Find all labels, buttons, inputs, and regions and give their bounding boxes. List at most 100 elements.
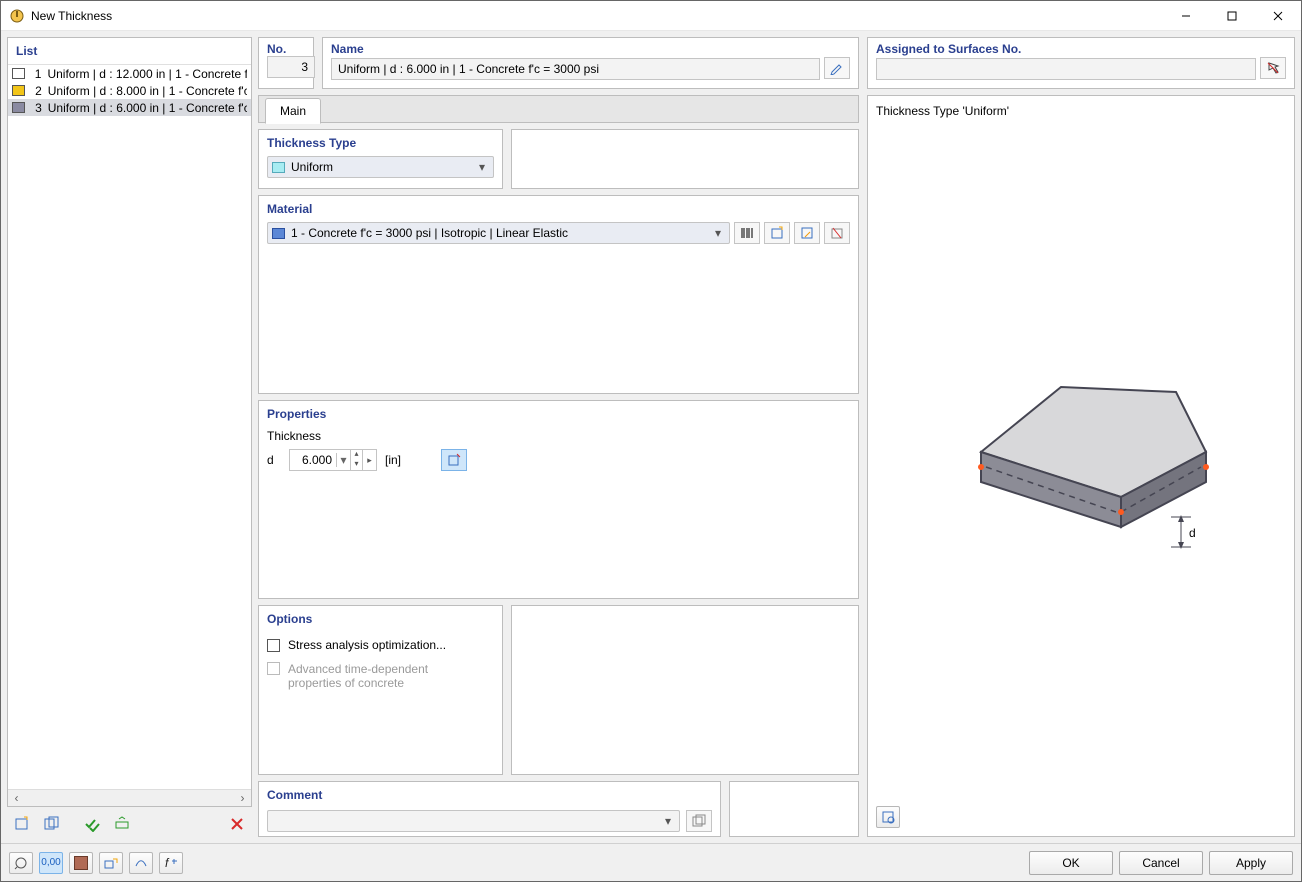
name-label: Name	[331, 42, 850, 56]
d-label: d	[267, 453, 281, 467]
list-panel: List 1 Uniform | d : 12.000 in | 1 - Con…	[7, 37, 252, 807]
minimize-button[interactable]	[1163, 1, 1209, 31]
svg-text:f: f	[165, 856, 170, 870]
comment-library-button[interactable]	[686, 810, 712, 832]
window-title: New Thickness	[31, 9, 112, 23]
spinner-buttons[interactable]: ▴▾	[350, 450, 362, 470]
chevron-down-icon: ▾	[711, 226, 725, 240]
close-button[interactable]	[1255, 1, 1301, 31]
scroll-right-icon[interactable]: ›	[234, 790, 251, 807]
copy-item-button[interactable]	[39, 813, 65, 835]
dialog-window: New Thickness List 1 Uniform | d : 12.00…	[0, 0, 1302, 882]
material-combo[interactable]: 1 - Concrete f'c = 3000 psi | Isotropic …	[267, 222, 730, 244]
properties-title: Properties	[267, 407, 850, 427]
assigned-input[interactable]	[876, 58, 1256, 80]
extra-button-1[interactable]	[129, 852, 153, 874]
swatch-icon	[272, 228, 285, 239]
list-item-number: 3	[31, 101, 42, 115]
material-panel: Material 1 - Concrete f'c = 3000 psi | I…	[258, 195, 859, 394]
tab-main[interactable]: Main	[265, 98, 321, 124]
maximize-button[interactable]	[1209, 1, 1255, 31]
thickness-preview-icon: d	[931, 332, 1231, 592]
swatch-icon	[12, 68, 25, 79]
option-stress-analysis[interactable]: Stress analysis optimization...	[267, 638, 494, 652]
thickness-label: Thickness	[267, 429, 850, 443]
chevron-down-icon: ▾	[661, 814, 675, 828]
ok-button[interactable]: OK	[1029, 851, 1113, 875]
no-label: No.	[267, 42, 305, 56]
option-label: Advanced time-dependent properties of co…	[288, 662, 468, 690]
properties-panel: Properties Thickness d ▾ ▴▾ ▸ [in]	[258, 400, 859, 599]
pick-surfaces-button[interactable]	[1260, 57, 1286, 79]
thickness-type-combo[interactable]: Uniform ▾	[267, 156, 494, 178]
units-button[interactable]: 0,00	[39, 852, 63, 874]
main-area: No. Name Assigned to Surfaces No.	[258, 37, 1295, 837]
horizontal-scrollbar[interactable]: ‹ ›	[8, 789, 251, 806]
dialog-footer: 0,00 f OK Cancel Apply	[1, 843, 1301, 881]
edit-material-button[interactable]	[794, 222, 820, 244]
list-item[interactable]: 1 Uniform | d : 12.000 in | 1 - Concrete…	[8, 65, 251, 82]
center-column: Main Thickness Type Uniform ▾	[258, 95, 859, 837]
options-panel: Options Stress analysis optimization... …	[258, 605, 503, 775]
material-library-button[interactable]	[734, 222, 760, 244]
list-item-number: 1	[31, 67, 41, 81]
cancel-button[interactable]: Cancel	[1119, 851, 1203, 875]
list-item-number: 2	[31, 84, 42, 98]
dialog-body: List 1 Uniform | d : 12.000 in | 1 - Con…	[1, 31, 1301, 843]
thickness-type-title: Thickness Type	[267, 136, 494, 156]
empty-panel	[511, 129, 859, 189]
preview-title: Thickness Type 'Uniform'	[876, 104, 1286, 118]
new-item-button[interactable]	[9, 813, 35, 835]
scroll-left-icon[interactable]: ‹	[8, 790, 25, 807]
name-field: Name	[322, 37, 859, 89]
help-button[interactable]	[9, 852, 33, 874]
swatch-icon	[12, 85, 25, 96]
preview-canvas: d	[876, 118, 1286, 806]
no-field: No.	[258, 37, 314, 89]
apply-button[interactable]: Apply	[1209, 851, 1293, 875]
preview-panel: Thickness Type 'Uniform'	[867, 95, 1295, 837]
extra-button-2[interactable]: f	[159, 852, 183, 874]
list-item-label: Uniform | d : 8.000 in | 1 - Concrete f'…	[48, 84, 247, 98]
step-button[interactable]: ▸	[362, 450, 376, 470]
delete-material-button[interactable]	[824, 222, 850, 244]
material-value: 1 - Concrete f'c = 3000 psi | Isotropic …	[291, 226, 705, 240]
no-input[interactable]	[267, 56, 315, 78]
empty-panel	[511, 605, 859, 775]
list-item-label: Uniform | d : 12.000 in | 1 - Concrete f…	[47, 67, 247, 81]
swatch-icon	[272, 162, 285, 173]
assigned-label: Assigned to Surfaces No.	[876, 42, 1286, 56]
assign-button[interactable]	[99, 852, 123, 874]
thickness-d-input[interactable]: ▾ ▴▾ ▸	[289, 449, 377, 471]
delete-button[interactable]	[224, 813, 250, 835]
comment-title: Comment	[267, 788, 712, 808]
list-item[interactable]: 2 Uniform | d : 8.000 in | 1 - Concrete …	[8, 82, 251, 99]
swatch-icon	[12, 102, 25, 113]
tab-strip: Main	[258, 95, 859, 123]
color-button[interactable]	[69, 852, 93, 874]
list-item[interactable]: 3 Uniform | d : 6.000 in | 1 - Concrete …	[8, 99, 251, 116]
reorder-button[interactable]	[109, 813, 135, 835]
preview-settings-button[interactable]	[876, 806, 900, 828]
check-all-button[interactable]	[79, 813, 105, 835]
edit-name-button[interactable]	[824, 57, 850, 79]
material-title: Material	[267, 202, 850, 222]
app-icon	[9, 8, 25, 24]
name-input[interactable]	[331, 58, 820, 80]
option-time-dependent: Advanced time-dependent properties of co…	[267, 662, 494, 690]
list-item-label: Uniform | d : 6.000 in | 1 - Concrete f'…	[48, 101, 247, 115]
thickness-type-panel: Thickness Type Uniform ▾	[258, 129, 503, 189]
thickness-type-value: Uniform	[291, 160, 469, 174]
chevron-down-icon[interactable]: ▾	[336, 453, 350, 467]
comment-combo[interactable]: ▾	[267, 810, 680, 832]
tabs-area: Main Thickness Type Uniform ▾	[258, 95, 1295, 837]
d-value[interactable]	[290, 450, 336, 470]
pick-thickness-button[interactable]	[441, 449, 467, 471]
unit-label: [in]	[385, 453, 401, 467]
checkbox-icon	[267, 662, 280, 675]
comment-panel: Comment ▾	[258, 781, 721, 837]
list-header: List	[8, 38, 251, 65]
sidebar: List 1 Uniform | d : 12.000 in | 1 - Con…	[7, 37, 252, 837]
new-material-button[interactable]	[764, 222, 790, 244]
assigned-field: Assigned to Surfaces No.	[867, 37, 1295, 89]
